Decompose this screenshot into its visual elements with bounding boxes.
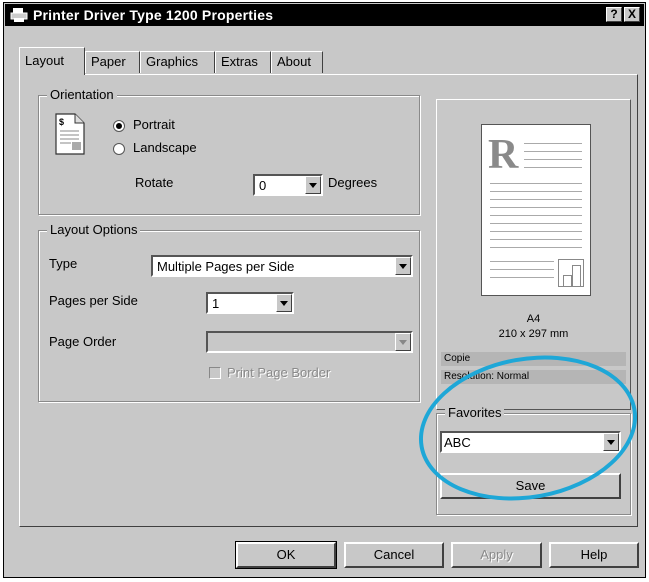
- svg-text:$: $: [59, 117, 64, 127]
- window-title: Printer Driver Type 1200 Properties: [33, 7, 274, 23]
- resolution-info: Resolution: Normal: [441, 370, 626, 384]
- print-page-border-label[interactable]: Print Page Border: [227, 365, 330, 380]
- page-order-label: Page Order: [49, 334, 117, 349]
- paper-size-label: A4: [526, 313, 541, 325]
- cancel-button[interactable]: Cancel: [344, 542, 444, 568]
- copies-info: Copie: [441, 352, 626, 366]
- degrees-label: Degrees: [328, 175, 378, 190]
- portrait-label[interactable]: Portrait: [133, 117, 175, 132]
- rotate-value: 0: [259, 178, 267, 193]
- landscape-radio[interactable]: [113, 143, 125, 155]
- preview-panel: R A4 210 x 297 mm Copie Resolution: Norm…: [436, 99, 631, 410]
- page-preview: R: [481, 124, 591, 296]
- help-title-button[interactable]: ?: [606, 7, 622, 22]
- tab-extras[interactable]: Extras: [215, 51, 271, 73]
- type-select[interactable]: Multiple Pages per Side: [151, 255, 413, 277]
- tab-paper[interactable]: Paper: [85, 51, 140, 73]
- layout-options-group-label: Layout Options: [47, 222, 141, 237]
- page-order-select[interactable]: [206, 331, 413, 353]
- help-button[interactable]: Help: [549, 542, 639, 568]
- preview-letter-icon: R: [488, 132, 519, 178]
- tab-layout[interactable]: Layout: [19, 47, 85, 75]
- favorites-group: Favorites: [436, 405, 631, 515]
- print-page-border-checkbox[interactable]: [209, 367, 221, 379]
- type-value: Multiple Pages per Side: [157, 259, 295, 274]
- favorites-value[interactable]: ABC: [444, 435, 471, 450]
- save-button[interactable]: Save: [440, 473, 621, 499]
- chevron-down-icon[interactable]: [395, 333, 411, 351]
- favorites-select[interactable]: ABC: [440, 431, 621, 453]
- properties-window: Printer Driver Type 1200 Properties ? X …: [3, 2, 646, 578]
- chevron-down-icon[interactable]: [395, 257, 411, 275]
- close-title-button[interactable]: X: [624, 7, 640, 22]
- tab-about[interactable]: About: [271, 51, 323, 73]
- chevron-down-icon[interactable]: [276, 294, 292, 312]
- ok-button[interactable]: OK: [235, 541, 337, 569]
- chevron-down-icon[interactable]: [305, 176, 321, 194]
- rotate-label: Rotate: [135, 175, 174, 190]
- orientation-group: Orientation: [38, 87, 420, 215]
- portrait-page-icon: $: [55, 113, 85, 158]
- type-label: Type: [49, 256, 78, 271]
- pages-per-side-label: Pages per Side: [49, 293, 138, 308]
- tab-graphics[interactable]: Graphics: [140, 51, 215, 73]
- title-bar[interactable]: Printer Driver Type 1200 Properties ? X: [5, 4, 644, 26]
- favorites-group-label: Favorites: [445, 405, 505, 420]
- bar-chart-icon: [558, 259, 584, 287]
- pages-per-side-value: 1: [212, 296, 220, 311]
- orientation-group-label: Orientation: [47, 87, 117, 102]
- apply-button[interactable]: Apply: [451, 542, 542, 568]
- paper-dimensions-label: 210 x 297 mm: [498, 328, 569, 340]
- printer-app-icon: [9, 6, 29, 24]
- portrait-radio[interactable]: [113, 120, 125, 132]
- rotate-select[interactable]: 0: [253, 174, 323, 196]
- chevron-down-icon[interactable]: [603, 433, 619, 451]
- pages-per-side-select[interactable]: 1: [206, 292, 294, 314]
- landscape-label[interactable]: Landscape: [133, 140, 197, 155]
